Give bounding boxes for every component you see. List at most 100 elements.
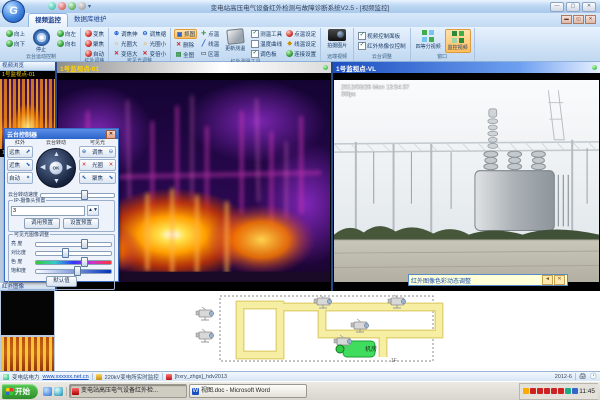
child-close-button[interactable]: ✕ [585, 15, 596, 24]
ir-auto-button[interactable]: 自动 [84, 49, 105, 58]
zoom-in-button[interactable]: ✕变倍大 [112, 49, 139, 58]
ir-focus-button[interactable]: 聚焦 [84, 39, 105, 48]
status-link[interactable]: www.xxxxxx.net.cn [43, 374, 89, 380]
vis-focus-buttons[interactable]: ⊕调焦⊖ [79, 146, 116, 158]
qat-icon-2[interactable] [58, 2, 66, 10]
zoom-out-button[interactable]: ✕变倍小 [141, 49, 168, 58]
dpad-left-icon[interactable]: ◀ [40, 164, 45, 171]
dpad-center-button[interactable]: OK [50, 162, 63, 175]
ptz-stop-button[interactable]: 停止 [28, 29, 54, 53]
tray-icon[interactable] [558, 388, 564, 394]
tray-icon[interactable] [565, 388, 571, 394]
tray-icon[interactable] [537, 388, 543, 394]
taskbar-task-word[interactable]: W 视图.doc - Microsoft Word [189, 384, 307, 398]
quad-view-button[interactable]: 四等分视频 [414, 29, 443, 51]
delete-button[interactable]: ✕删除 [174, 40, 197, 49]
tray-network-icon[interactable] [572, 388, 578, 394]
slider-thumb[interactable] [74, 266, 81, 276]
speed-slider[interactable] [40, 190, 115, 198]
auto-focus-button[interactable]: 自动✦ [7, 172, 33, 184]
focus-retract-button[interactable]: ⊖调焦缩 [141, 29, 168, 38]
quick-launch-icon[interactable] [54, 387, 63, 396]
monitor-video-button[interactable]: 监控视频 [445, 29, 471, 53]
ir-pane-titlebar[interactable]: 1号监视点-01 [57, 62, 331, 73]
tray-clock[interactable]: 11:45 [579, 388, 595, 395]
visible-pane-titlebar[interactable]: 1号监视点-VL [333, 62, 600, 73]
contrast-slider[interactable] [35, 248, 112, 256]
arrow-icon[interactable]: ⬉ [81, 175, 87, 181]
full-image-button[interactable]: ▤全图 [174, 50, 197, 59]
tab-video-monitoring[interactable]: 视频监控 [28, 13, 68, 27]
dpad-down-icon[interactable]: ▼ [53, 178, 60, 185]
saturation-slider[interactable] [35, 266, 112, 274]
magnifier-plus-icon[interactable]: ⊕ [81, 149, 87, 155]
thermal-thumbnail-2[interactable] [1, 337, 54, 371]
visible-video-display[interactable]: 2012/03/26 Mon 13:54:37 30fps 红外图像色彩动态调整… [333, 73, 600, 291]
area-temp-button[interactable]: ▭区温 [199, 49, 220, 58]
snapshot-button[interactable]: ▣抓图 [174, 29, 197, 39]
ptz-right-button[interactable]: 向右 [56, 39, 77, 48]
camera-marker[interactable] [196, 307, 214, 320]
clock-icon[interactable]: 🕐 [590, 373, 597, 380]
qat-icon-4[interactable] [78, 2, 86, 10]
preset-spinner[interactable]: ▲▼ [87, 205, 99, 216]
taskbar-task-app[interactable]: 变电站高压电气设备红外检... [69, 384, 187, 398]
brightness-slider[interactable] [35, 239, 112, 247]
child-minimize-button[interactable]: ▬ [561, 15, 572, 24]
ptz-close-button[interactable]: ✕ [106, 130, 116, 139]
ie-icon[interactable] [43, 387, 52, 396]
preset-number-input[interactable] [11, 206, 85, 216]
focus-extend-button[interactable]: ⊕调焦伸 [112, 29, 139, 38]
facility-diagram[interactable]: 机房 1F [55, 291, 600, 371]
qat-icon-1[interactable] [48, 2, 56, 10]
hue-slider[interactable] [35, 257, 112, 265]
start-button[interactable]: 开始 [2, 384, 38, 399]
line-temp-setting-button[interactable]: ◆线温设定 [285, 39, 317, 48]
printer-icon[interactable]: 🖨 [579, 373, 587, 380]
point-temp-setting-button[interactable]: 点温设定 [285, 29, 317, 38]
refresh-measure-button[interactable]: 更新测温 [222, 29, 248, 52]
vis-iris-buttons[interactable]: ✕光圈✕ [79, 159, 116, 171]
qat-icon-3[interactable] [68, 2, 76, 10]
ir-zoom-button[interactable]: 变焦 [84, 29, 105, 38]
call-preset-button[interactable]: 调用预置 [24, 218, 60, 229]
camera-marker[interactable] [196, 329, 214, 342]
ptz-controller-panel[interactable]: 云台控制器 ✕ 红外 远焦⬈ 近焦⬊ 自动✦ 云台转动 ▲ ▼ ◀ ▶ OK [4, 128, 119, 282]
ptz-panel-titlebar[interactable]: 云台控制器 ✕ [5, 129, 118, 139]
app-logo-orb[interactable]: G [2, 0, 25, 23]
iris-close-button[interactable]: ☼光圈小 [141, 39, 168, 48]
slider-thumb[interactable] [81, 190, 88, 200]
dpad-up-icon[interactable]: ▲ [53, 151, 60, 158]
maximize-button[interactable]: ▢ [566, 2, 580, 12]
line-temp-button[interactable]: ╱线温 [199, 39, 220, 48]
ptz-dpad[interactable]: ▲ ▼ ◀ ▶ OK [36, 148, 76, 188]
dpad-right-icon[interactable]: ▶ [67, 164, 72, 171]
ir-adjust-tooltip[interactable]: 红外图像色彩动态调整 ◄ ✕ [408, 274, 568, 286]
tooltip-close-button[interactable]: ✕ [554, 275, 565, 285]
ptz-down-button[interactable]: 向下 [5, 39, 26, 48]
check-palette[interactable]: ✓调色板 [250, 49, 283, 58]
black-thumbnail[interactable] [1, 291, 54, 335]
minimize-button[interactable]: — [550, 2, 564, 12]
vis-zoom-buttons[interactable]: ⬉聚焦⬊ [79, 172, 116, 184]
iris-open-button[interactable]: ☼光圈大 [112, 39, 139, 48]
default-values-button[interactable]: 默认值 [46, 276, 77, 287]
check-temp-curve[interactable]: 温度曲线 [250, 39, 283, 48]
tray-icon[interactable] [530, 388, 536, 394]
close-button[interactable]: ✕ [582, 2, 596, 12]
near-focus-button[interactable]: 近焦⬊ [7, 159, 33, 171]
connection-setting-button[interactable]: 连接设置 [285, 49, 317, 58]
ptz-left-button[interactable]: 向左 [56, 29, 77, 38]
tray-icon[interactable] [544, 388, 550, 394]
check-ir-camera-control[interactable]: ✓红外热像仪控制 [357, 42, 407, 51]
x-icon[interactable]: ✕ [108, 162, 114, 168]
check-video-control-panel[interactable]: ✓视频控制面板 [357, 32, 407, 41]
tooltip-back-button[interactable]: ◄ [542, 275, 553, 285]
check-measure-tools[interactable]: ✓测温工具 [250, 29, 283, 38]
ptz-up-button[interactable]: 向上 [5, 29, 26, 38]
capture-picture-button[interactable]: 拍摄图片 [324, 29, 350, 49]
child-restore-button[interactable]: ◱ [573, 15, 584, 24]
active-camera-marker[interactable] [336, 345, 344, 353]
tray-icon[interactable] [523, 388, 529, 394]
far-focus-button[interactable]: 远焦⬈ [7, 146, 33, 158]
